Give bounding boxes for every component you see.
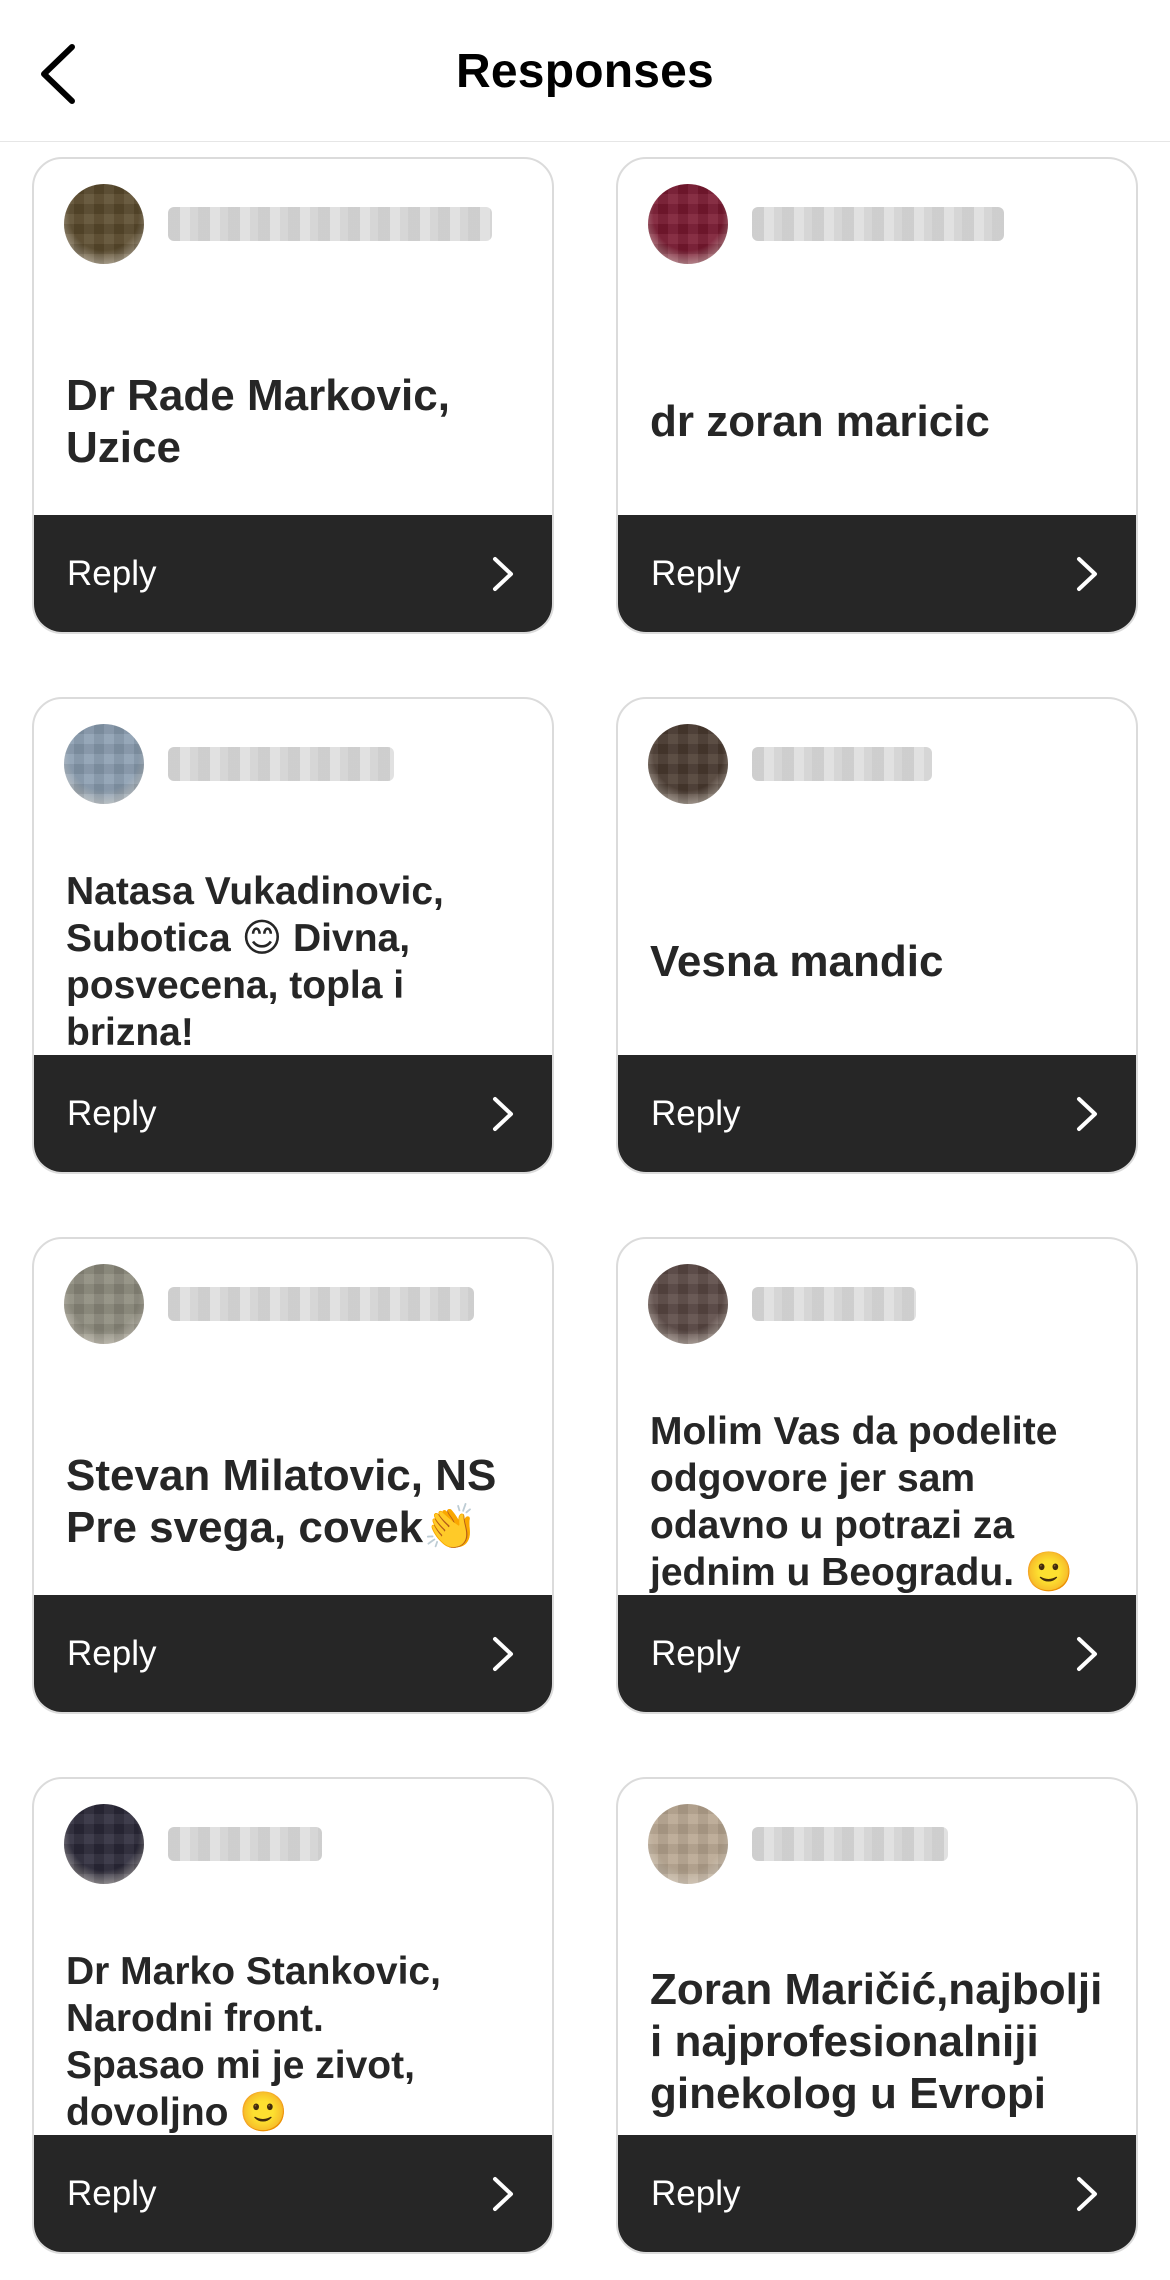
response-text: Zoran Maričić,najbolji i najprofesionaln…: [650, 1964, 1103, 2118]
response-text: Natasa Vukadinovic, Subotica 😊 Divna, po…: [66, 869, 444, 1054]
username-blurred[interactable]: [168, 1827, 322, 1861]
reply-label: Reply: [651, 553, 741, 593]
response-author: [34, 159, 552, 289]
response-author: [618, 1779, 1136, 1909]
avatar[interactable]: [64, 724, 144, 804]
username-blurred[interactable]: [752, 1287, 916, 1321]
reply-button[interactable]: Reply: [618, 1595, 1136, 1712]
reply-label: Reply: [67, 1633, 157, 1673]
avatar[interactable]: [64, 184, 144, 264]
username-blurred[interactable]: [168, 207, 492, 241]
response-author: [618, 159, 1136, 289]
chevron-right-icon: [1077, 2176, 1097, 2211]
username-blurred[interactable]: [168, 1287, 474, 1321]
reply-label: Reply: [67, 2173, 157, 2213]
chevron-right-icon: [493, 556, 513, 591]
avatar[interactable]: [648, 184, 728, 264]
response-card: Stevan Milatovic, NS Pre svega, covek👏 R…: [32, 1237, 554, 1714]
response-text: Stevan Milatovic, NS Pre svega, covek👏: [66, 1450, 497, 1552]
response-card: Vesna mandic Reply: [616, 697, 1138, 1174]
reply-label: Reply: [67, 1093, 157, 1133]
page-title: Responses: [456, 45, 714, 98]
response-author: [618, 699, 1136, 829]
avatar[interactable]: [648, 1264, 728, 1344]
avatar[interactable]: [64, 1264, 144, 1344]
response-text: Vesna mandic: [650, 936, 944, 986]
response-text: dr zoran maricic: [650, 396, 990, 446]
chevron-right-icon: [493, 1636, 513, 1671]
responses-grid: Dr Rade Markovic, Uzice Reply dr zoran m…: [0, 142, 1170, 2280]
reply-button[interactable]: Reply: [618, 515, 1136, 632]
response-card: Zoran Maričić,najbolji i najprofesionaln…: [616, 1777, 1138, 2254]
reply-button[interactable]: Reply: [34, 515, 552, 632]
chevron-right-icon: [1077, 1096, 1097, 1131]
reply-label: Reply: [651, 1633, 741, 1673]
chevron-right-icon: [493, 1096, 513, 1131]
response-text: Dr Marko Stankovic, Narodni front. Spasa…: [66, 1949, 441, 2134]
avatar[interactable]: [648, 724, 728, 804]
response-text: Molim Vas da podelite odgovore jer sam o…: [650, 1409, 1074, 1594]
username-blurred[interactable]: [752, 747, 932, 781]
reply-button[interactable]: Reply: [34, 2135, 552, 2252]
response-author: [618, 1239, 1136, 1369]
reply-button[interactable]: Reply: [618, 2135, 1136, 2252]
reply-label: Reply: [67, 553, 157, 593]
response-card: Molim Vas da podelite odgovore jer sam o…: [616, 1237, 1138, 1714]
username-blurred[interactable]: [752, 207, 1004, 241]
response-card: Dr Marko Stankovic, Narodni front. Spasa…: [32, 1777, 554, 2254]
avatar[interactable]: [64, 1804, 144, 1884]
username-blurred[interactable]: [752, 1827, 948, 1861]
response-card: Natasa Vukadinovic, Subotica 😊 Divna, po…: [32, 697, 554, 1174]
chevron-right-icon: [1077, 556, 1097, 591]
reply-button[interactable]: Reply: [618, 1055, 1136, 1172]
response-text: Dr Rade Markovic, Uzice: [66, 370, 450, 472]
reply-label: Reply: [651, 2173, 741, 2213]
chevron-right-icon: [1077, 1636, 1097, 1671]
response-author: [34, 699, 552, 829]
reply-label: Reply: [651, 1093, 741, 1133]
response-card: dr zoran maricic Reply: [616, 157, 1138, 634]
top-bar: Responses: [0, 0, 1170, 142]
response-card: Dr Rade Markovic, Uzice Reply: [32, 157, 554, 634]
reply-button[interactable]: Reply: [34, 1595, 552, 1712]
response-author: [34, 1239, 552, 1369]
avatar[interactable]: [648, 1804, 728, 1884]
username-blurred[interactable]: [168, 747, 394, 781]
reply-button[interactable]: Reply: [34, 1055, 552, 1172]
chevron-right-icon: [493, 2176, 513, 2211]
response-author: [34, 1779, 552, 1909]
